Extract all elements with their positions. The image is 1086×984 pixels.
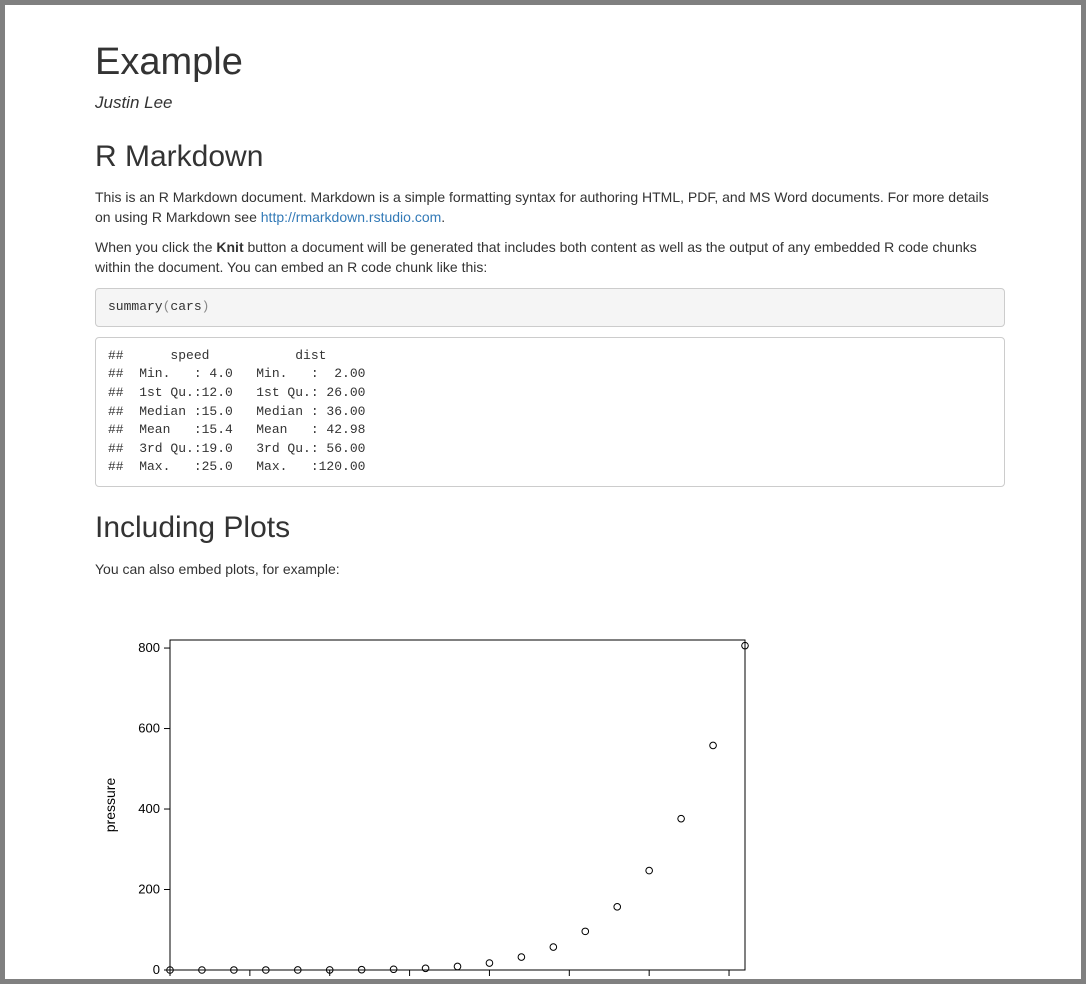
text-span: . [441, 209, 445, 225]
pressure-plot: 0501001502002503003500200400600800pressu… [95, 610, 765, 979]
intro-paragraph-1: This is an R Markdown document. Markdown… [95, 188, 1005, 228]
intro-paragraph-2: When you click the Knit button a documen… [95, 238, 1005, 278]
document-page: Example Justin Lee R Markdown This is an… [5, 5, 1081, 979]
section-heading-plots: Including Plots [95, 507, 1005, 550]
knit-label: Knit [216, 239, 243, 255]
r-code-block: summary(cars) [95, 288, 1005, 327]
data-point [582, 928, 589, 935]
r-output-block: ## speed dist ## Min. : 4.0 Min. : 2.00 … [95, 337, 1005, 487]
rmarkdown-link[interactable]: http://rmarkdown.rstudio.com [261, 209, 442, 225]
y-tick-label: 400 [138, 801, 160, 816]
data-point [710, 742, 717, 749]
data-point [614, 903, 621, 910]
y-tick-label: 800 [138, 640, 160, 655]
data-point [390, 966, 397, 973]
text-span: When you click the [95, 239, 216, 255]
author-name: Justin Lee [95, 91, 1005, 115]
code-text: summary [108, 299, 163, 314]
data-point [550, 943, 557, 950]
y-tick-label: 0 [153, 962, 160, 977]
data-point [646, 867, 653, 874]
data-point [422, 965, 429, 972]
plot-container: 0501001502002503003500200400600800pressu… [95, 610, 1005, 979]
text-span: This is an R Markdown document. Markdown… [95, 189, 989, 225]
document-content: Example Justin Lee R Markdown This is an… [95, 35, 1005, 979]
y-tick-label: 200 [138, 881, 160, 896]
data-point [518, 953, 525, 960]
plots-paragraph: You can also embed plots, for example: [95, 560, 1005, 580]
paren-icon: ) [202, 299, 210, 314]
page-title: Example [95, 35, 1005, 89]
data-point [454, 963, 461, 970]
y-axis-label: pressure [102, 777, 118, 832]
y-tick-label: 600 [138, 720, 160, 735]
section-heading-rmarkdown: R Markdown [95, 136, 1005, 179]
data-point [678, 815, 685, 822]
plot-frame [170, 640, 745, 970]
code-text: cars [170, 299, 201, 314]
data-point [486, 959, 493, 966]
